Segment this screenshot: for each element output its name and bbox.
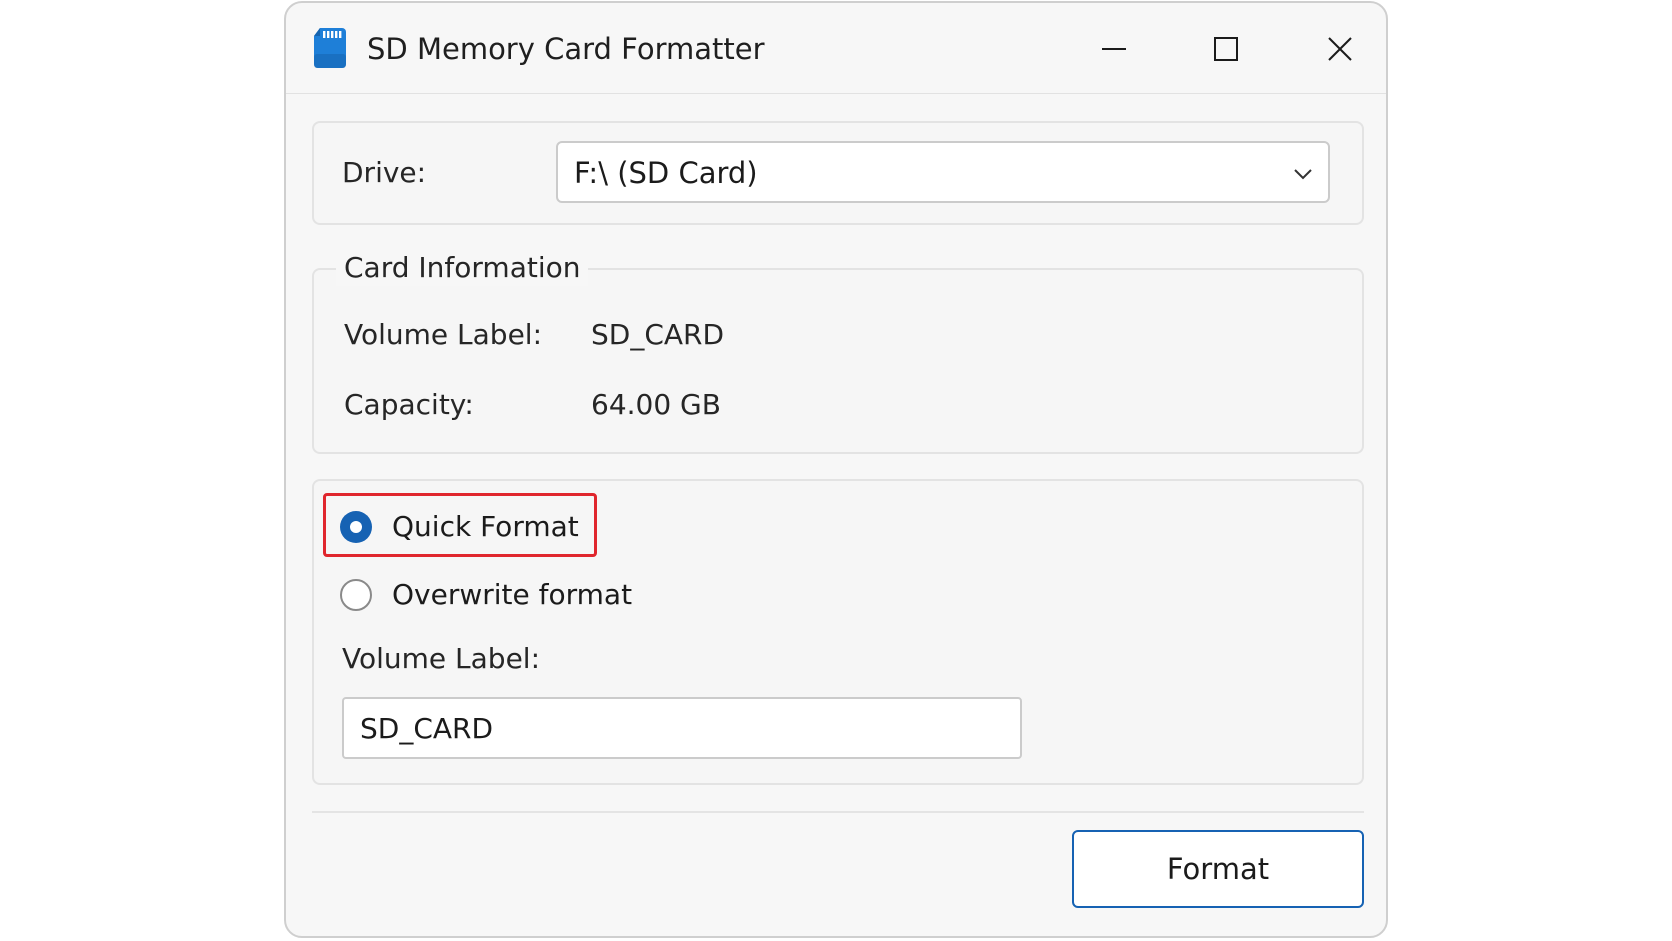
quick-format-label: Quick Format	[392, 510, 579, 543]
volume-label-input[interactable]	[342, 697, 1022, 759]
format-button[interactable]: Format	[1072, 830, 1364, 908]
chevron-down-icon	[1294, 169, 1312, 180]
volume-label-label: Volume Label:	[344, 318, 543, 351]
drive-select[interactable]: F:\ (SD Card)	[556, 141, 1330, 203]
overwrite-format-radio[interactable]: Overwrite format	[340, 571, 632, 619]
minimize-button[interactable]	[1086, 23, 1142, 75]
volume-label-value: SD_CARD	[591, 318, 725, 351]
quick-format-radio[interactable]: Quick Format	[340, 503, 579, 551]
overwrite-format-label: Overwrite format	[392, 578, 633, 611]
maximize-button[interactable]	[1198, 23, 1254, 75]
drive-select-value: F:\ (SD Card)	[574, 156, 758, 190]
capacity-value: 64.00 GB	[591, 388, 721, 421]
maximize-icon	[1214, 37, 1238, 61]
drive-label: Drive:	[342, 156, 427, 189]
close-icon	[1328, 37, 1352, 61]
formatter-window: SD Memory Card Formatter Drive: F:\ (SD …	[284, 1, 1388, 938]
sd-card-icon	[314, 28, 346, 68]
close-button[interactable]	[1312, 23, 1368, 75]
capacity-label: Capacity:	[344, 388, 474, 421]
title-bar[interactable]: SD Memory Card Formatter	[286, 3, 1386, 94]
footer-separator	[312, 811, 1364, 813]
radio-checked-icon	[340, 511, 372, 543]
radio-unchecked-icon	[340, 579, 372, 611]
window-title: SD Memory Card Formatter	[367, 32, 765, 66]
format-options-panel: Quick Format Overwrite format Volume Lab…	[312, 479, 1364, 785]
card-information-title: Card Information	[336, 250, 589, 286]
card-information-group: Card Information Volume Label: SD_CARD C…	[312, 250, 1364, 454]
drive-panel: Drive: F:\ (SD Card)	[312, 121, 1364, 225]
volume-label-field-label: Volume Label:	[342, 642, 541, 675]
minimize-icon	[1102, 48, 1126, 50]
